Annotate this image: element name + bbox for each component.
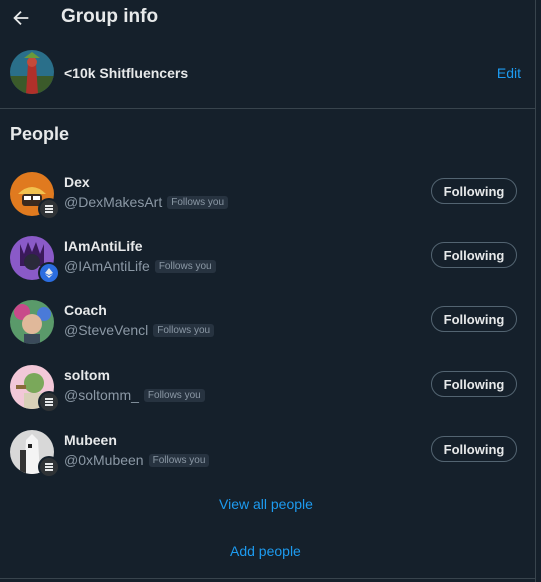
- group-avatar[interactable]: [10, 50, 54, 94]
- list-item[interactable]: Coach @SteveVencl Follows you Following: [0, 298, 535, 358]
- person-name[interactable]: IAmAntiLife: [64, 238, 143, 254]
- person-handle: @soltomm_: [64, 387, 139, 403]
- list-item[interactable]: IAmAntiLife @IAmAntiLife Follows you Fol…: [0, 234, 535, 294]
- person-handle: @DexMakesArt: [64, 194, 163, 210]
- following-button[interactable]: Following: [431, 178, 517, 204]
- following-button[interactable]: Following: [431, 242, 517, 268]
- solana-badge-icon: [38, 456, 60, 478]
- person-name[interactable]: Mubeen: [64, 432, 117, 448]
- following-button[interactable]: Following: [431, 436, 517, 462]
- person-name[interactable]: Coach: [64, 302, 107, 318]
- person-handle: @IAmAntiLife: [64, 258, 150, 274]
- people-heading: People: [10, 124, 70, 144]
- follows-you-badge: Follows you: [167, 195, 229, 209]
- follows-you-badge: Follows you: [143, 388, 205, 402]
- person-handle: @0xMubeen: [64, 452, 144, 468]
- follows-you-badge: Follows you: [153, 323, 215, 337]
- header: Group info: [0, 0, 541, 36]
- following-button[interactable]: Following: [431, 306, 517, 332]
- person-subline: @soltomm_ Follows you: [64, 387, 205, 403]
- solana-badge-icon: [38, 198, 60, 220]
- list-item[interactable]: Mubeen @0xMubeen Follows you Following: [0, 428, 535, 488]
- person-subline: @IAmAntiLife Follows you: [64, 258, 216, 274]
- divider: [0, 108, 535, 109]
- solana-badge-icon: [38, 391, 60, 413]
- list-item[interactable]: Dex @DexMakesArt Follows you Following: [0, 170, 535, 230]
- following-button[interactable]: Following: [431, 371, 517, 397]
- person-subline: @SteveVencl Follows you: [64, 322, 215, 338]
- person-name[interactable]: soltom: [64, 367, 110, 383]
- person-subline: @DexMakesArt Follows you: [64, 194, 229, 210]
- list-item[interactable]: soltom @soltomm_ Follows you Following: [0, 363, 535, 423]
- page-title: Group info: [61, 6, 159, 27]
- follows-you-badge: Follows you: [148, 453, 210, 467]
- person-handle: @SteveVencl: [64, 322, 149, 338]
- group-name: <10k Shitfluencers: [64, 65, 189, 81]
- column-border: [535, 0, 536, 582]
- group-row: <10k Shitfluencers Edit: [0, 48, 535, 106]
- person-name[interactable]: Dex: [64, 174, 90, 190]
- add-people-link[interactable]: Add people: [230, 543, 301, 559]
- back-arrow-icon[interactable]: [10, 7, 32, 29]
- divider: [0, 578, 535, 579]
- ethereum-badge-icon: [38, 262, 60, 284]
- person-subline: @0xMubeen Follows you: [64, 452, 210, 468]
- view-all-people-link[interactable]: View all people: [219, 496, 313, 512]
- edit-button[interactable]: Edit: [497, 65, 521, 81]
- follows-you-badge: Follows you: [154, 259, 216, 273]
- avatar[interactable]: [10, 300, 54, 344]
